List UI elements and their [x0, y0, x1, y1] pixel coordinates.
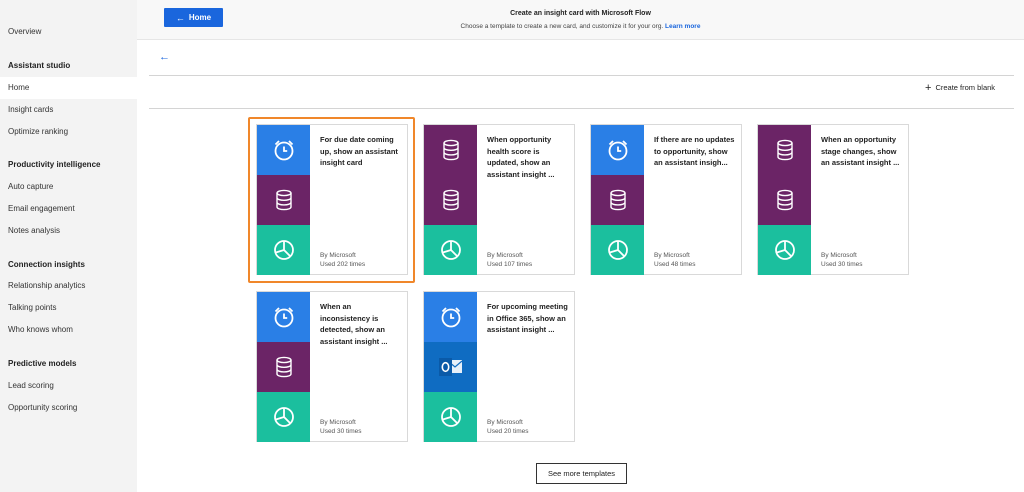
create-from-blank-button[interactable]: + Create from blank [925, 82, 995, 94]
outlook-icon [424, 342, 477, 392]
sidebar-heading-productivity-intelligence: Productivity intelligence [8, 160, 101, 169]
sidebar-item-label: Email engagement [8, 204, 75, 213]
alarm-icon [424, 292, 477, 342]
sidebar-item-label: Auto capture [8, 182, 54, 191]
sidebar-item-label: Optimize ranking [8, 127, 69, 136]
database-icon [257, 342, 310, 392]
template-card[interactable]: When an opportunity stage changes, show … [757, 124, 909, 275]
sidebar-item-opportunity-scoring[interactable]: Opportunity scoring [0, 397, 137, 419]
card-author: By Microsoft [320, 419, 356, 426]
back-arrow-icon[interactable]: ← [159, 51, 170, 63]
divider [149, 75, 1014, 76]
card-author: By Microsoft [487, 252, 523, 259]
sidebar: Overview Assistant studio Home Insight c… [0, 0, 137, 492]
divider [149, 108, 1014, 109]
sidebar-item-insight-cards[interactable]: Insight cards [0, 99, 137, 121]
page-title: Create an insight card with Microsoft Fl… [510, 10, 651, 17]
see-more-label: See more templates [547, 469, 616, 478]
card-author: By Microsoft [821, 252, 857, 259]
plus-icon: + [925, 82, 932, 94]
template-card[interactable]: When opportunity health score is updated… [423, 124, 575, 275]
sidebar-item-label: Opportunity scoring [8, 403, 78, 412]
card-author: By Microsoft [487, 419, 523, 426]
card-author: By Microsoft [654, 252, 690, 259]
card-usage: Used 30 times [320, 428, 362, 435]
card-icon-strip [758, 125, 811, 275]
sidebar-item-relationship-analytics[interactable]: Relationship analytics [0, 275, 137, 297]
card-icon-strip [424, 292, 477, 442]
template-card[interactable]: For upcoming meeting in Office 365, show… [423, 291, 575, 442]
database-icon [424, 125, 477, 175]
sidebar-item-optimize-ranking[interactable]: Optimize ranking [0, 121, 137, 143]
card-title: When opportunity health score is updated… [487, 135, 555, 179]
database-icon [758, 175, 811, 225]
selection-highlight [248, 117, 415, 283]
sidebar-item-who-knows-whom[interactable]: Who knows whom [0, 319, 137, 341]
card-usage: Used 107 times [487, 261, 533, 268]
alarm-icon [257, 292, 310, 342]
sidebar-heading-predictive-models: Predictive models [8, 359, 77, 368]
learn-more-link[interactable]: Learn more [665, 23, 700, 30]
subtitle-text: Choose a template to create a new card, … [460, 23, 664, 30]
see-more-templates-button[interactable]: See more templates [536, 463, 627, 484]
card-usage: Used 20 times [487, 428, 529, 435]
pie-chart-icon [424, 225, 477, 275]
database-icon [591, 175, 644, 225]
sidebar-item-home[interactable]: Home [0, 77, 137, 99]
card-title: When an inconsistency is detected, show … [320, 302, 388, 346]
sidebar-item-talking-points[interactable]: Talking points [0, 297, 137, 319]
sidebar-item-email-engagement[interactable]: Email engagement [0, 198, 137, 220]
database-icon [758, 125, 811, 175]
sidebar-item-label: Relationship analytics [8, 281, 86, 290]
card-usage: Used 30 times [821, 261, 863, 268]
sidebar-item-label: Notes analysis [8, 226, 61, 235]
pie-chart-icon [257, 392, 310, 442]
card-title: If there are no updates to opportunity, … [654, 135, 735, 167]
sidebar-item-overview[interactable]: Overview [0, 21, 137, 43]
sidebar-item-label: Home [8, 83, 30, 92]
card-icon-strip [591, 125, 644, 275]
template-card[interactable]: If there are no updates to opportunity, … [590, 124, 742, 275]
sidebar-heading-connection-insights: Connection insights [8, 260, 85, 269]
page-subtitle: Choose a template to create a new card, … [137, 23, 1024, 30]
sidebar-item-label: Talking points [8, 303, 57, 312]
card-icon-strip [424, 125, 477, 275]
card-icon-strip [257, 292, 310, 442]
sidebar-item-label: Lead scoring [8, 381, 54, 390]
create-label: Create from blank [935, 83, 996, 92]
template-card[interactable]: When an inconsistency is detected, show … [256, 291, 408, 442]
card-usage: Used 48 times [654, 261, 696, 268]
sidebar-item-notes-analysis[interactable]: Notes analysis [0, 220, 137, 242]
sidebar-item-label: Overview [8, 27, 42, 36]
database-icon [424, 175, 477, 225]
sidebar-item-auto-capture[interactable]: Auto capture [0, 176, 137, 198]
sidebar-heading-assistant-studio: Assistant studio [8, 61, 71, 70]
pie-chart-icon [591, 225, 644, 275]
alarm-icon [591, 125, 644, 175]
header: ← Home Create an insight card with Micro… [137, 0, 1024, 40]
card-title: For upcoming meeting in Office 365, show… [487, 302, 568, 334]
card-title: When an opportunity stage changes, show … [821, 135, 900, 167]
sidebar-item-label: Who knows whom [8, 325, 73, 334]
sidebar-item-lead-scoring[interactable]: Lead scoring [0, 375, 137, 397]
sidebar-item-label: Insight cards [8, 105, 54, 114]
pie-chart-icon [758, 225, 811, 275]
pie-chart-icon [424, 392, 477, 442]
